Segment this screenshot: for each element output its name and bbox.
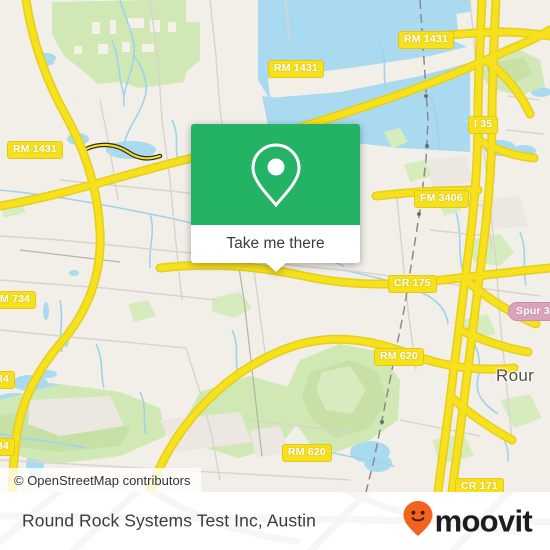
moovit-logo[interactable]: moovit — [403, 501, 533, 542]
location-popup-card[interactable]: Take me there — [191, 124, 360, 272]
map-canvas[interactable]: RM 1431 RM 1431 I 35 RM 1431 FM 3406 CR 175 M … — [0, 0, 550, 492]
city-label-round-rock: Rour — [496, 366, 535, 385]
road-shield: 34 — [0, 438, 16, 456]
moovit-location-card: RM 1431 RM 1431 I 35 RM 1431 FM 3406 CR 175 M … — [0, 0, 550, 550]
road-shield: M 734 — [0, 291, 37, 309]
road-shield: RM 1431 — [7, 141, 64, 159]
map-pin-icon — [250, 142, 302, 208]
road-shield: RM 1431 — [268, 60, 325, 78]
road-shield: RM 620 — [374, 348, 424, 366]
road-shield: I 35 — [468, 116, 499, 134]
osm-attribution[interactable]: © OpenStreetMap contributors — [0, 468, 201, 492]
take-me-there-button[interactable]: Take me there — [191, 225, 360, 263]
location-title: Round Rock Systems Test Inc, Austin — [22, 510, 317, 531]
popup-header — [191, 124, 360, 225]
moovit-smiling-pin-icon — [403, 501, 433, 542]
road-shield: 34 — [0, 371, 16, 389]
moovit-wordmark: moovit — [434, 503, 533, 539]
road-shield: Spur 37 — [508, 302, 550, 321]
popup-pointer — [264, 262, 287, 272]
road-shield: FM 3406 — [414, 190, 469, 208]
footer-bar: Round Rock Systems Test Inc, Austin moov… — [0, 492, 550, 550]
road-shield: RM 1431 — [398, 31, 455, 49]
road-shield: RM 620 — [282, 444, 332, 462]
road-shield: CR 175 — [388, 275, 437, 293]
road-shield: CR 171 — [455, 478, 504, 492]
